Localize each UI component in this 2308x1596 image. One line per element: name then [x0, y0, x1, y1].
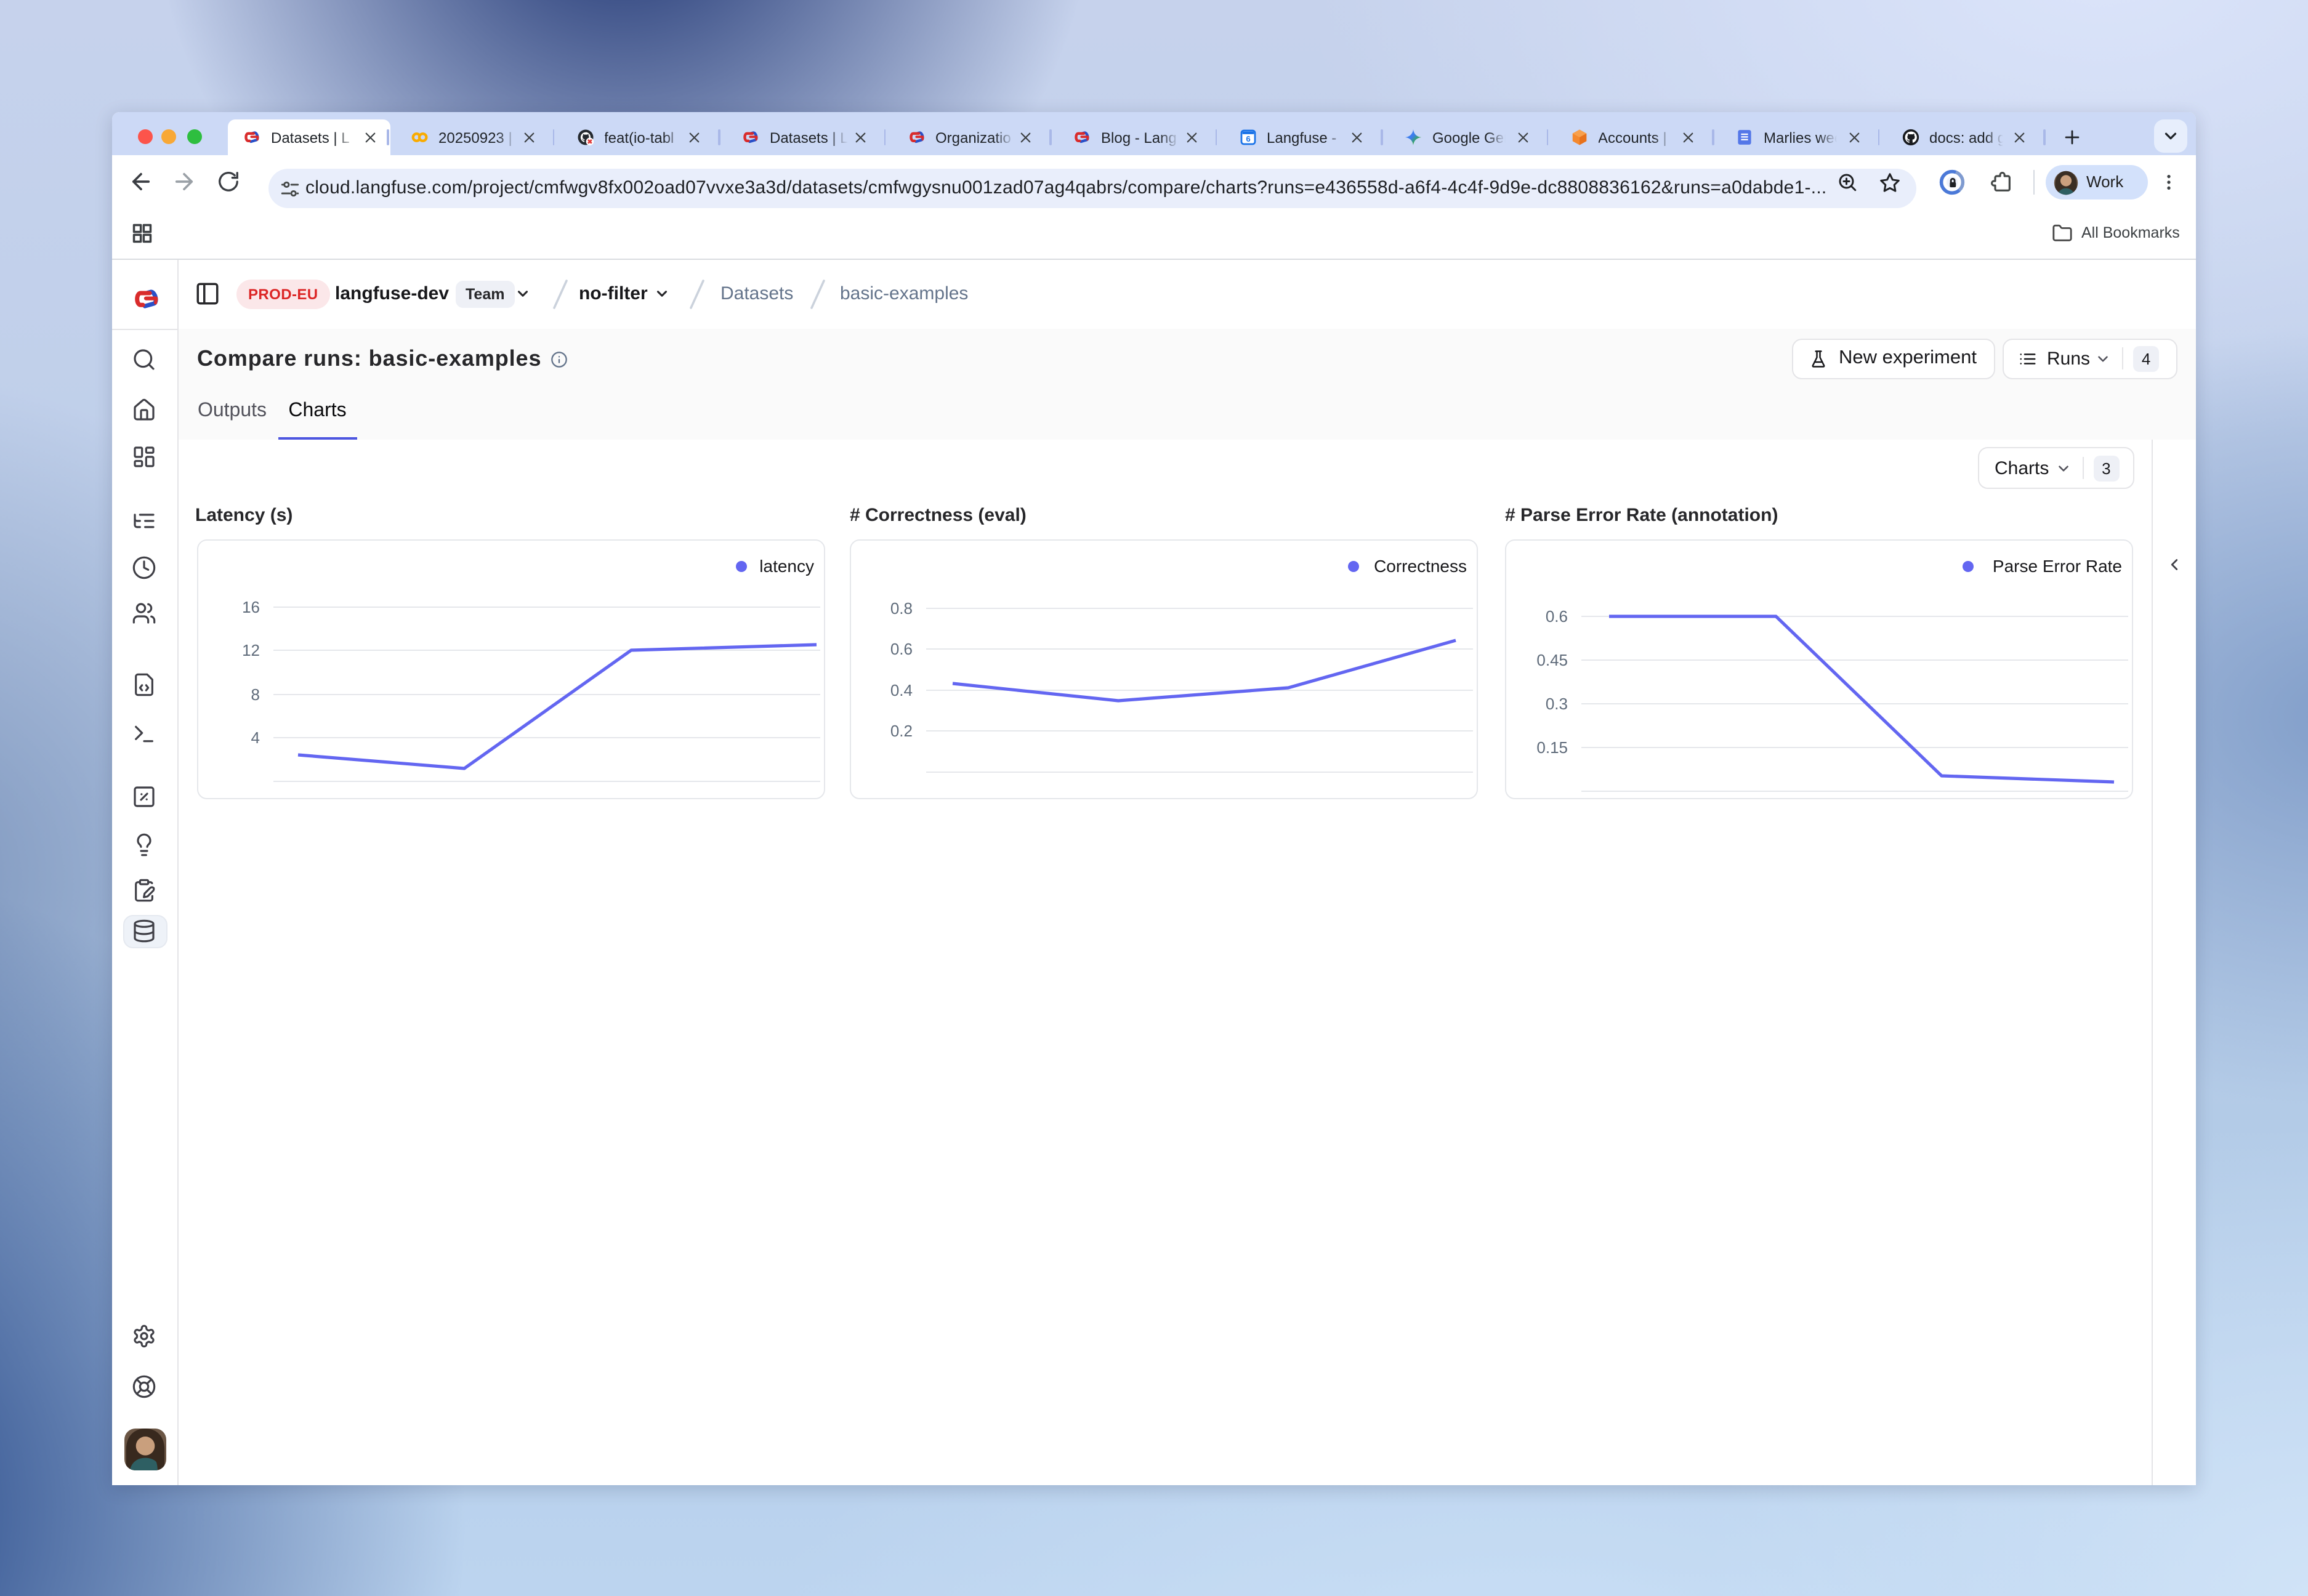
svg-text:6: 6: [1245, 134, 1249, 143]
svg-text:0.6: 0.6: [890, 640, 913, 658]
svg-text:0.3: 0.3: [1546, 695, 1568, 713]
svg-text:8: 8: [251, 685, 260, 704]
svg-text:16: 16: [242, 598, 260, 616]
svg-text:Correctness: Correctness: [1374, 557, 1467, 576]
svg-text:0.45: 0.45: [1536, 651, 1568, 669]
svg-text:0.8: 0.8: [890, 599, 913, 618]
svg-text:Parse Error Rate: Parse Error Rate: [1993, 557, 2122, 576]
svg-text:12: 12: [242, 641, 260, 659]
svg-text:0.15: 0.15: [1536, 738, 1568, 757]
svg-text:4: 4: [251, 728, 260, 747]
svg-text:0.6: 0.6: [1546, 607, 1568, 626]
svg-text:0.4: 0.4: [890, 681, 913, 699]
svg-text:latency: latency: [759, 557, 814, 576]
svg-text:0.2: 0.2: [890, 722, 913, 740]
